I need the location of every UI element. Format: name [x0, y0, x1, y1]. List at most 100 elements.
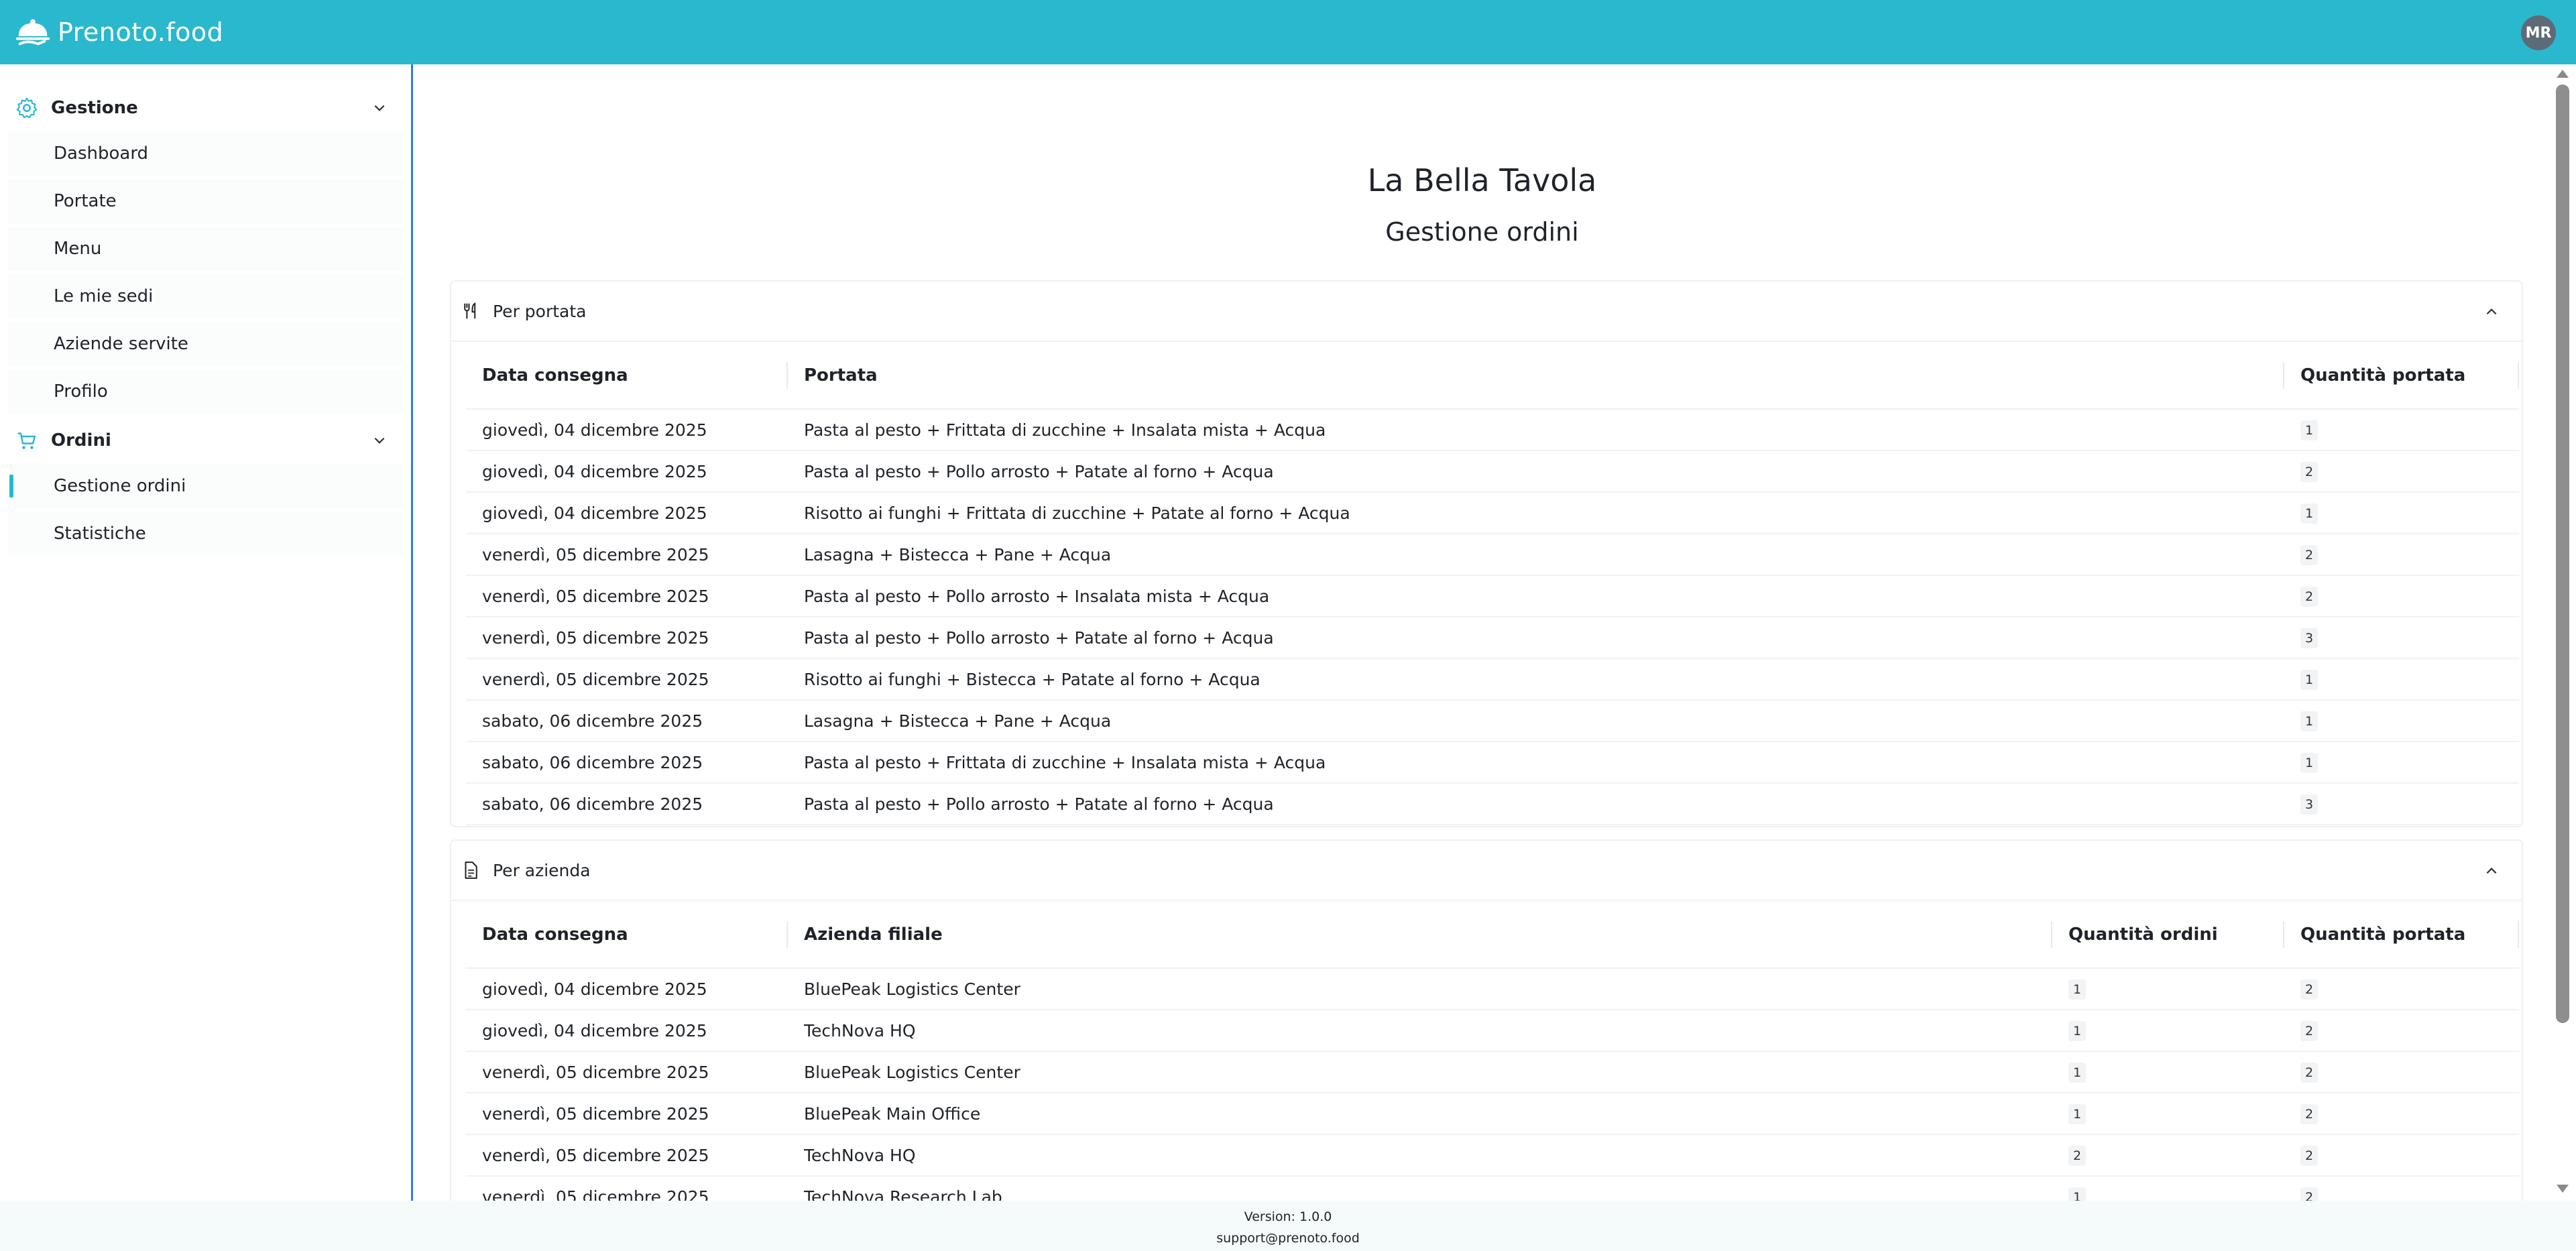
table-row: giovedì, 04 dicembre 2025 Risotto ai fung… — [466, 492, 2519, 534]
table-row: venerdì, 05 dicembre 2025 TechNova Resear… — [466, 1176, 2519, 1201]
table-cell: venerdì, 05 dicembre 2025 — [466, 617, 788, 659]
quantity-badge: 1 — [2300, 711, 2318, 731]
table-cell: 3 — [2284, 617, 2519, 659]
document-icon — [465, 861, 477, 879]
sidebar-group-ordini[interactable]: Ordini — [0, 417, 411, 464]
sidebar-item-aziende-servite[interactable]: Aziende servite — [8, 322, 403, 366]
table-row: sabato, 06 dicembre 2025 Pasta al pesto +… — [466, 741, 2519, 784]
table-cell: 1 — [2052, 1051, 2284, 1093]
chevron-down-icon[interactable] — [372, 101, 387, 115]
page-scrollbar[interactable] — [2549, 64, 2576, 1201]
chevron-up-icon[interactable] — [2484, 304, 2499, 319]
table-cell: Pasta al pesto + Pollo arrosto + Insalat… — [788, 575, 2284, 617]
quantity-badge: 2 — [2300, 1146, 2318, 1166]
footer: Version: 1.0.0 support@prenoto.food — [0, 1201, 2576, 1251]
table-row: giovedì, 04 dicembre 2025 BluePeak Logist… — [466, 968, 2519, 1010]
quantity-badge: 2 — [2300, 1021, 2318, 1041]
table-cell: venerdì, 05 dicembre 2025 — [466, 1051, 788, 1093]
table-cell: sabato, 06 dicembre 2025 — [466, 741, 788, 784]
column-header[interactable]: Data consegna — [466, 901, 788, 969]
column-header[interactable]: Quantità portata — [2284, 901, 2519, 969]
table-header-row: Data consegna Azienda filiale Quantità o… — [466, 901, 2519, 969]
table-cell: 2 — [2284, 534, 2519, 576]
table-row: giovedì, 04 dicembre 2025 TechNova HQ 1 2 — [466, 1010, 2519, 1052]
per-portata-header[interactable]: Per portata — [451, 282, 2522, 342]
table-row: venerdì, 05 dicembre 2025 BluePeak Logist… — [466, 1051, 2519, 1093]
table-cell: 1 — [2052, 1176, 2284, 1201]
per-portata-panel: Per portata Data consegna Portata Quanti… — [450, 280, 2523, 827]
sidebar-item-portate[interactable]: Portate — [8, 179, 403, 223]
table-cell: Pasta al pesto + Pollo arrosto + Patate … — [788, 617, 2284, 659]
quantity-badge: 2 — [2300, 587, 2318, 607]
table-row: venerdì, 05 dicembre 2025 Pasta al pesto … — [466, 575, 2519, 617]
sidebar-item-dashboard[interactable]: Dashboard — [8, 131, 403, 176]
per-portata-table: Data consegna Portata Quantità portata g… — [466, 342, 2519, 825]
sidebar-item-statistiche[interactable]: Statistiche — [8, 512, 403, 556]
table-row: venerdì, 05 dicembre 2025 BluePeak Main O… — [466, 1093, 2519, 1135]
cart-icon — [17, 432, 36, 449]
sidebar-item-menu[interactable]: Menu — [8, 227, 403, 271]
quantity-badge: 2 — [2068, 1146, 2086, 1166]
scroll-up-arrow-icon[interactable] — [2557, 70, 2569, 78]
quantity-badge: 1 — [2068, 1063, 2086, 1083]
table-cell: giovedì, 04 dicembre 2025 — [466, 1010, 788, 1052]
support-email[interactable]: support@prenoto.food — [0, 1228, 2576, 1249]
column-header[interactable]: Azienda filiale — [788, 901, 2052, 969]
table-cell: BluePeak Main Office — [788, 1093, 2052, 1135]
quantity-badge: 1 — [2300, 503, 2318, 524]
table-cell: venerdì, 05 dicembre 2025 — [466, 1176, 788, 1201]
column-header[interactable]: Portata — [788, 342, 2284, 410]
table-cell: TechNova HQ — [788, 1010, 2052, 1052]
table-cell: Lasagna + Bistecca + Pane + Acqua — [788, 700, 2284, 742]
quantity-badge: 1 — [2300, 670, 2318, 690]
quantity-badge: 1 — [2068, 979, 2086, 1000]
table-cell: 1 — [2284, 409, 2519, 451]
table-cell: 3 — [2284, 783, 2519, 825]
section-heading: Per azienda — [493, 860, 591, 880]
table-cell: Pasta al pesto + Pollo arrosto + Patate … — [788, 783, 2284, 825]
column-header[interactable]: Quantità portata — [2284, 342, 2519, 410]
app-logo[interactable]: Prenoto.food — [12, 11, 223, 53]
table-row: venerdì, 05 dicembre 2025 Pasta al pesto … — [466, 617, 2519, 659]
column-header[interactable]: Data consegna — [466, 342, 788, 410]
gear-icon — [16, 97, 38, 119]
sidebar-item-le-mie-sedi[interactable]: Le mie sedi — [8, 274, 403, 318]
table-cell: 2 — [2284, 451, 2519, 493]
table-header-row: Data consegna Portata Quantità portata — [466, 342, 2519, 410]
table-cell: giovedì, 04 dicembre 2025 — [466, 409, 788, 451]
quantity-badge: 1 — [2068, 1021, 2086, 1041]
sidebar-group-gestione[interactable]: Gestione — [0, 84, 411, 131]
main-content: La Bella Tavola Gestione ordini Per port… — [415, 64, 2549, 1201]
scroll-down-arrow-icon[interactable] — [2557, 1185, 2569, 1193]
table-cell: 2 — [2052, 1134, 2284, 1177]
table-cell: Pasta al pesto + Pollo arrosto + Patate … — [788, 451, 2284, 493]
table-cell: Risotto ai funghi + Bistecca + Patate al… — [788, 658, 2284, 701]
table-cell: venerdì, 05 dicembre 2025 — [466, 658, 788, 701]
column-header[interactable]: Quantità ordini — [2052, 901, 2284, 969]
table-cell: Pasta al pesto + Frittata di zucchine + … — [788, 741, 2284, 784]
table-cell: 1 — [2052, 1010, 2284, 1052]
chevron-up-icon[interactable] — [2484, 863, 2499, 878]
table-cell: 1 — [2284, 658, 2519, 701]
table-cell: 2 — [2284, 575, 2519, 617]
table-cell: 1 — [2284, 492, 2519, 534]
sidebar-item-gestione-ordini[interactable]: Gestione ordini — [8, 464, 403, 508]
per-azienda-panel: Per azienda Data consegna Azienda filial… — [450, 839, 2523, 1201]
user-avatar[interactable]: MR — [2521, 15, 2556, 50]
per-azienda-table: Data consegna Azienda filiale Quantità o… — [466, 901, 2519, 1201]
table-cell: giovedì, 04 dicembre 2025 — [466, 492, 788, 534]
scroll-thumb[interactable] — [2556, 84, 2569, 1023]
table-row: giovedì, 04 dicembre 2025 Pasta al pesto … — [466, 409, 2519, 451]
per-azienda-header[interactable]: Per azienda — [451, 841, 2522, 901]
table-row: venerdì, 05 dicembre 2025 Risotto ai fung… — [466, 658, 2519, 701]
sidebar-item-profilo[interactable]: Profilo — [8, 369, 403, 414]
table-cell: 2 — [2284, 1093, 2519, 1135]
chevron-down-icon[interactable] — [372, 433, 387, 448]
quantity-badge: 2 — [2300, 462, 2318, 482]
quantity-badge: 3 — [2300, 628, 2318, 648]
quantity-badge: 3 — [2300, 794, 2318, 815]
quantity-badge: 2 — [2300, 1187, 2318, 1201]
table-cell: 1 — [2284, 741, 2519, 784]
quantity-badge: 1 — [2068, 1104, 2086, 1124]
sidebar-group-label: Ordini — [51, 430, 111, 451]
